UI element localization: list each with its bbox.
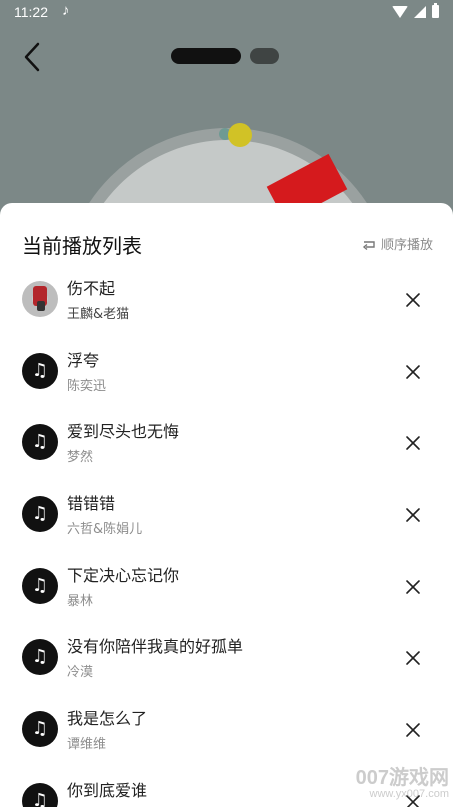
song-artist: 陈奕迅 bbox=[67, 378, 107, 394]
close-icon bbox=[406, 723, 420, 737]
signal-icon bbox=[414, 5, 426, 18]
playlist-item[interactable]: ♫ 错错错六哲&陈娟儿 bbox=[0, 478, 453, 550]
song-artist: 王麟&老猫 bbox=[67, 307, 130, 322]
playlist-item[interactable]: ♫ 浮夸陈奕迅 bbox=[0, 335, 453, 407]
playlist-item[interactable]: ♫ 我是怎么了谭维维 bbox=[0, 693, 453, 765]
close-icon bbox=[406, 579, 420, 594]
loop-icon bbox=[361, 237, 377, 251]
song-artist: 六哲&陈娟儿 bbox=[67, 522, 143, 538]
playlist-item[interactable]: ♫ 下定决心忘记你暴林 bbox=[0, 550, 453, 622]
song-avatar: ♫ bbox=[22, 639, 58, 676]
song-title: 你到底爱谁 bbox=[67, 780, 148, 800]
close-icon bbox=[406, 293, 420, 307]
status-time: 11:22 bbox=[14, 4, 48, 20]
song-title: 错错错 bbox=[67, 494, 116, 514]
close-icon bbox=[406, 508, 420, 522]
song-title-redacted bbox=[171, 48, 241, 64]
song-avatar: ♫ bbox=[22, 567, 58, 604]
song-title: 下定决心忘记你 bbox=[67, 565, 180, 585]
close-icon bbox=[406, 364, 420, 379]
song-avatar: ♫ bbox=[22, 424, 58, 461]
music-note-icon: ♫ bbox=[31, 789, 49, 807]
song-title: 没有你陪伴我真的好孤单 bbox=[67, 637, 244, 657]
music-note-icon: ♪ bbox=[62, 2, 70, 19]
song-title: 爱到尽头也无悔 bbox=[67, 422, 180, 442]
play-mode-button[interactable]: 顺序播放 bbox=[361, 234, 433, 253]
album-art bbox=[22, 281, 58, 317]
song-artist: 冷漠 bbox=[67, 665, 94, 681]
status-icons bbox=[392, 3, 439, 18]
playlist-item[interactable]: ♫ 爱到尽头也无悔梦然 bbox=[0, 406, 453, 478]
remove-song-button[interactable] bbox=[400, 502, 426, 528]
close-icon bbox=[406, 651, 420, 666]
watermark: 007游戏网 www.yx007.com bbox=[356, 768, 449, 801]
song-title: 浮夸 bbox=[67, 350, 100, 370]
song-avatar: ♫ bbox=[22, 352, 58, 389]
artist-redacted bbox=[250, 48, 279, 64]
wifi-icon bbox=[392, 5, 408, 18]
song-artist: 梦然 bbox=[67, 450, 94, 466]
music-note-icon: ♫ bbox=[31, 503, 49, 525]
remove-song-button[interactable] bbox=[400, 574, 426, 600]
chevron-left-icon bbox=[24, 42, 40, 72]
back-button[interactable] bbox=[18, 40, 48, 74]
music-note-icon: ♫ bbox=[31, 359, 49, 381]
music-note-icon: ♫ bbox=[31, 574, 49, 596]
playlist-item[interactable]: 伤不起王麟&老猫 bbox=[0, 263, 453, 335]
progress-thumb[interactable] bbox=[228, 123, 252, 147]
music-note-icon: ♫ bbox=[31, 718, 49, 740]
status-bar: 11:22 ♪ bbox=[0, 0, 453, 26]
remove-song-button[interactable] bbox=[400, 717, 426, 743]
song-list: 伤不起王麟&老猫 ♫ 浮夸陈奕迅 ♫ 爱到尽头也无悔梦然 ♫ 错错错六哲&陈娟儿 ♫ 下定决心忘… bbox=[0, 263, 453, 807]
remove-song-button[interactable] bbox=[400, 430, 426, 456]
song-avatar: ♫ bbox=[22, 711, 58, 748]
remove-song-button[interactable] bbox=[400, 359, 426, 385]
watermark-line-1: 007游戏网 bbox=[355, 767, 449, 790]
close-icon bbox=[406, 436, 420, 451]
playlist-item[interactable]: ♫ 没有你陪伴我真的好孤单冷漠 bbox=[0, 621, 453, 693]
song-artist: 谭维维 bbox=[67, 737, 107, 753]
battery-icon bbox=[432, 3, 439, 18]
song-title: 我是怎么了 bbox=[67, 709, 148, 729]
play-mode-label: 顺序播放 bbox=[380, 238, 433, 253]
song-avatar: ♫ bbox=[22, 496, 58, 533]
playlist-sheet: 当前播放列表 顺序播放 伤不起王麟&老猫 ♫ 浮夸陈奕迅 ♫ 爱到尽头也无悔梦然 ♫ 错错错… bbox=[0, 203, 453, 807]
playlist-title: 当前播放列表 bbox=[22, 234, 142, 258]
remove-song-button[interactable] bbox=[400, 287, 426, 313]
remove-song-button[interactable] bbox=[400, 645, 426, 671]
music-note-icon: ♫ bbox=[31, 431, 49, 453]
song-title: 伤不起 bbox=[67, 279, 116, 298]
song-artist: 暴林 bbox=[67, 593, 94, 609]
song-avatar: ♫ bbox=[22, 782, 58, 807]
watermark-line-2: www.yx007.com bbox=[369, 788, 449, 801]
music-note-icon: ♫ bbox=[31, 646, 49, 668]
